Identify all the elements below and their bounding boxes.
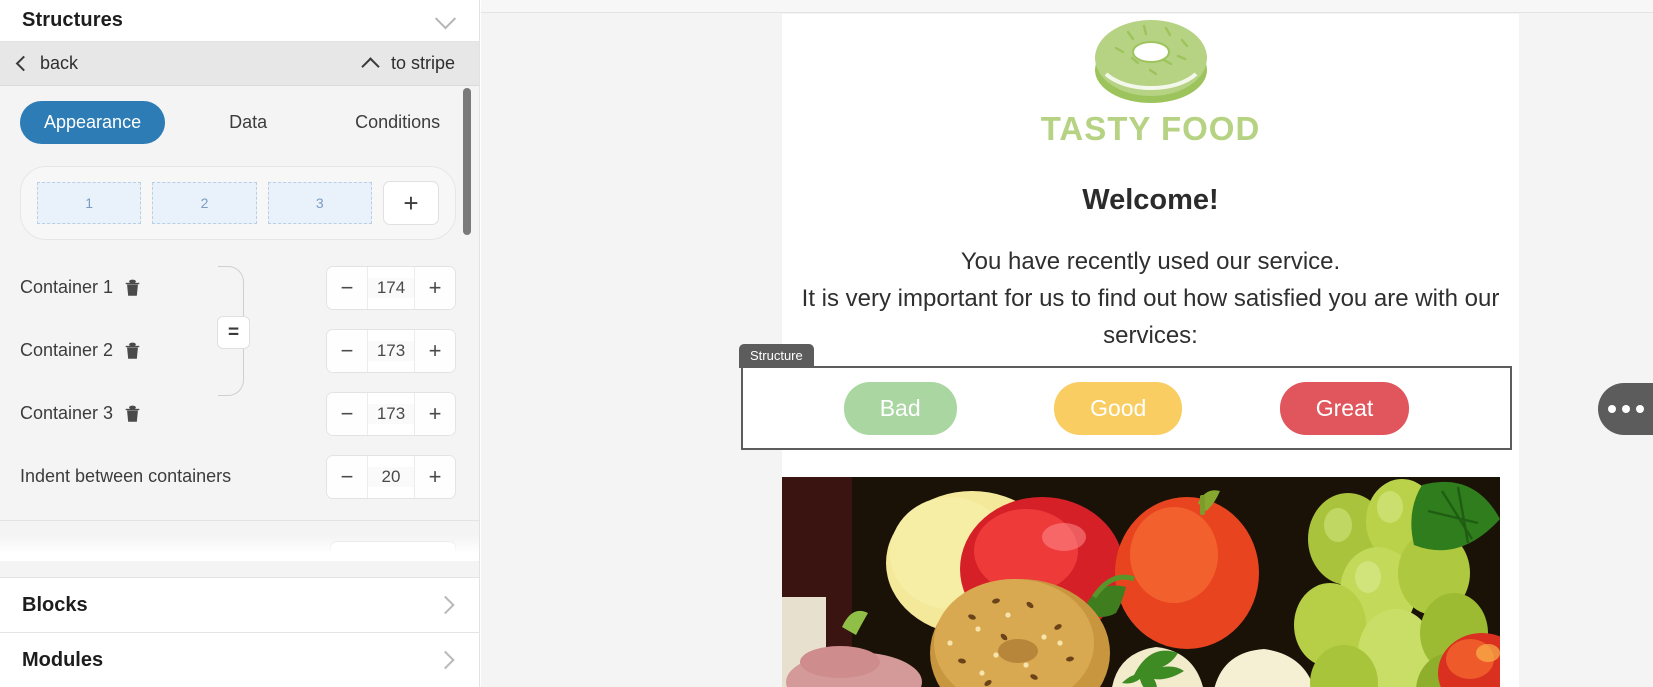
settings-scroll-region: Appearance Data Conditions 1 2 3 + = Con… — [0, 87, 479, 562]
container-row-1: Container 1 − 174 + — [20, 256, 456, 319]
ellipsis-icon — [1621, 405, 1630, 413]
container-1-increment[interactable]: + — [414, 266, 455, 309]
container-2-label: Container 2 — [20, 340, 114, 360]
container-2-label-group: Container 2 — [20, 340, 250, 361]
background-color-input[interactable]: #ffffff — [330, 541, 456, 561]
body-line-2: It is very important for us to find out … — [801, 285, 1500, 312]
column-slot-3[interactable]: 3 — [267, 182, 372, 224]
tab-data[interactable]: Data — [205, 101, 291, 144]
indent-stepper: − 20 + — [326, 454, 456, 499]
email-preview: TASTY FOOD Welcome! You have recently us… — [739, 14, 1519, 687]
ellipsis-icon — [1635, 405, 1644, 413]
indent-value[interactable]: 20 — [368, 466, 414, 487]
sidebar-item-blocks[interactable]: Blocks — [0, 577, 479, 632]
modules-label: Modules — [22, 648, 104, 671]
indent-decrement[interactable]: − — [327, 455, 368, 498]
container-2-increment[interactable]: + — [414, 329, 455, 372]
app-root: Structures back to stripe Appearance Dat… — [0, 0, 1653, 687]
container-3-stepper: − 173 + — [326, 391, 456, 436]
email-body-text: You have recently used our service. It i… — [782, 243, 1519, 354]
trash-icon[interactable] — [124, 278, 141, 297]
tab-conditions[interactable]: Conditions — [331, 101, 464, 144]
container-row-3: Container 3 − 173 + — [20, 382, 456, 445]
donut-icon — [1094, 20, 1207, 103]
sidebar-item-modules[interactable]: Modules — [0, 632, 479, 687]
food-photo — [782, 477, 1500, 687]
selected-structure[interactable]: Bad Good Great — [741, 366, 1512, 450]
container-settings-list: = Container 1 − 174 + Container 2 − 173 … — [0, 240, 479, 508]
structures-sidebar: Structures back to stripe Appearance Dat… — [0, 0, 480, 687]
more-options-handle[interactable] — [1598, 383, 1653, 435]
chevron-right-icon — [436, 650, 455, 670]
chevron-right-icon — [436, 595, 455, 615]
indent-row: Indent between containers − 20 + — [20, 445, 456, 508]
container-1-label: Container 1 — [20, 277, 114, 297]
background-color-label: Background color of structure — [20, 552, 330, 562]
trash-icon[interactable] — [124, 341, 141, 360]
tab-appearance[interactable]: Appearance — [20, 101, 166, 144]
column-slot-1[interactable]: 1 — [37, 182, 142, 224]
email-canvas: TASTY FOOD Welcome! You have recently us… — [481, 0, 1653, 687]
container-3-increment[interactable]: + — [414, 392, 455, 435]
panel-header: Structures — [0, 0, 479, 42]
add-column-button[interactable]: + — [382, 181, 439, 225]
background-color-row: Background color of structure #ffffff — [0, 521, 479, 562]
back-button[interactable]: back — [15, 53, 79, 74]
rating-button-great[interactable]: Great — [1279, 381, 1410, 435]
container-1-decrement[interactable]: − — [327, 266, 368, 309]
chevron-up-icon — [361, 56, 380, 76]
container-1-label-group: Container 1 — [20, 277, 250, 298]
body-line-1: You have recently used our service. — [960, 248, 1341, 275]
container-3-label-group: Container 3 — [20, 403, 250, 424]
brand-name: TASTY FOOD — [1040, 110, 1261, 147]
rating-button-bad[interactable]: Bad — [843, 381, 957, 435]
bottom-accordion: Blocks Modules — [0, 577, 479, 687]
back-label: back — [40, 53, 79, 73]
container-3-decrement[interactable]: − — [327, 392, 368, 435]
chevron-down-icon[interactable] — [434, 7, 457, 29]
container-3-value[interactable]: 173 — [368, 403, 414, 424]
indent-increment[interactable]: + — [414, 455, 455, 498]
to-stripe-label: to stripe — [390, 53, 455, 73]
trash-icon[interactable] — [124, 404, 141, 423]
container-1-value[interactable]: 174 — [368, 277, 414, 298]
container-1-stepper: − 174 + — [326, 265, 456, 310]
sidebar-scrollbar-thumb[interactable] — [463, 88, 471, 235]
indent-label: Indent between containers — [20, 466, 232, 486]
container-2-stepper: − 173 + — [326, 328, 456, 373]
to-stripe-button[interactable]: to stripe — [361, 53, 455, 76]
column-slot-2[interactable]: 2 — [152, 182, 257, 224]
page-title: Structures — [22, 9, 124, 31]
container-2-decrement[interactable]: − — [327, 329, 368, 372]
container-row-2: Container 2 − 173 + — [20, 319, 456, 382]
container-3-label: Container 3 — [20, 403, 114, 423]
container-2-value[interactable]: 173 — [368, 340, 414, 361]
brand-logo: TASTY FOOD — [782, 14, 1519, 148]
rating-button-good[interactable]: Good — [1054, 381, 1183, 435]
body-line-3: services: — [1103, 322, 1198, 349]
canvas-topbar — [481, 0, 1653, 13]
structure-label-tag: Structure — [739, 344, 814, 368]
blocks-label: Blocks — [22, 593, 88, 616]
chevron-left-icon — [15, 55, 32, 72]
settings-tabs: Appearance Data Conditions — [0, 87, 479, 144]
breadcrumb: back to stripe — [0, 42, 479, 86]
ellipsis-icon — [1607, 405, 1616, 413]
column-layout-picker: 1 2 3 + — [20, 166, 456, 240]
email-heading: Welcome! — [1082, 184, 1219, 216]
